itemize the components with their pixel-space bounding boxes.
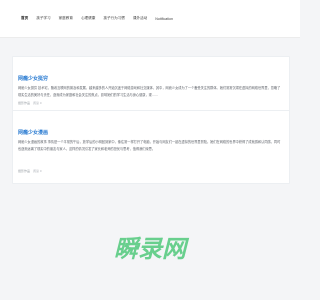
top-navigation-bar: 首页 孩子学习 家庭教育 心理健康 孩子行为习惯 课外活动 Notificati… <box>0 0 300 38</box>
nav-item-family-education[interactable]: 家庭教育 <box>55 0 77 37</box>
article-excerpt: 网瘾少女挺穷 技术宅，随着互联网的普及和发展，越来越多的人开始沉迷于网络游戏和社… <box>18 86 281 97</box>
article-views: 阅读 0 <box>33 101 42 105</box>
main-nav: 首页 孩子学习 家庭教育 心理健康 孩子行为习惯 课外活动 Notificati… <box>0 0 177 37</box>
article-meta: 摄影作品 阅读 0 <box>18 101 42 105</box>
article-excerpt: 网瘾少女漫画的故事 事情是一个平常的午后，放学后的小明回到家中，像往常一样打开了… <box>18 140 281 151</box>
article-title[interactable]: 网瘾少女挺穷 <box>18 75 48 82</box>
article-category[interactable]: 摄影作品 <box>18 169 30 173</box>
nav-item-child-learning[interactable]: 孩子学习 <box>32 0 54 37</box>
nav-item-home[interactable]: 首页 <box>0 0 32 37</box>
nav-item-mental-health[interactable]: 心理健康 <box>77 0 99 37</box>
nav-item-behavior-habits[interactable]: 孩子行为习惯 <box>99 0 129 37</box>
watermark-text: 瞬录网 <box>114 235 190 263</box>
article-meta: 摄影作品 阅读 0 <box>18 169 42 173</box>
article-card[interactable]: 网瘾少女漫画 网瘾少女漫画的故事 事情是一个平常的午后，放学后的小明回到家中，像… <box>12 110 290 184</box>
site-watermark-logo: 瞬录网 <box>114 235 190 263</box>
nav-item-extracurricular[interactable]: 课外活动 <box>129 0 151 37</box>
nav-item-notification[interactable]: Notification <box>151 0 177 37</box>
article-title[interactable]: 网瘾少女漫画 <box>18 129 48 136</box>
article-category[interactable]: 摄影作品 <box>18 101 30 105</box>
article-views: 阅读 0 <box>33 169 42 173</box>
